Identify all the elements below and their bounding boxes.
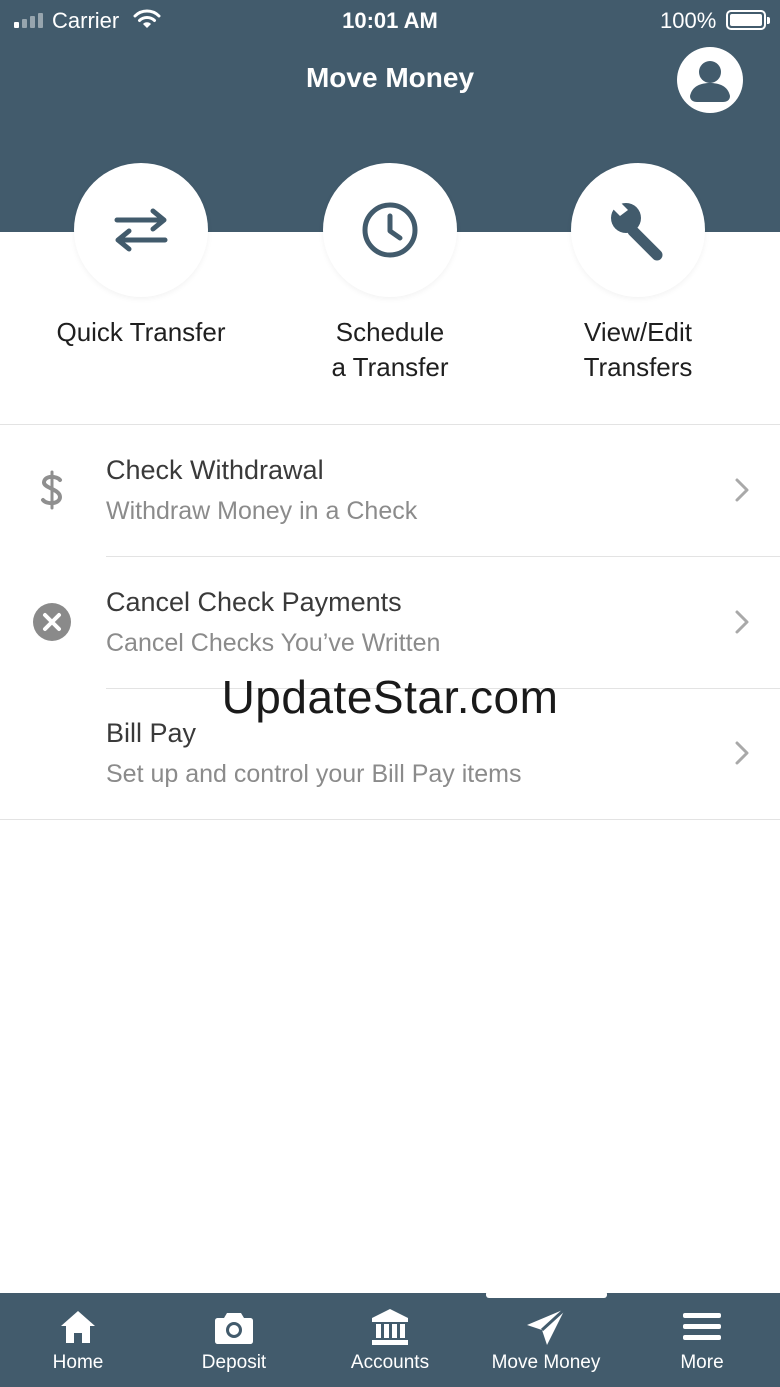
home-icon — [0, 1307, 156, 1347]
menu-item-title: Check Withdrawal — [106, 455, 324, 485]
tab-label: Home — [52, 1352, 104, 1373]
menu-item-subtitle: Cancel Checks You’ve Written — [106, 629, 441, 657]
tab-move-money[interactable]: Move Money — [468, 1293, 624, 1387]
camera-icon — [156, 1307, 312, 1347]
tab-more[interactable]: More — [624, 1293, 780, 1387]
menu-item-subtitle: Withdraw Money in a Check — [106, 497, 418, 525]
schedule-transfer-label: Schedule — [335, 317, 445, 347]
tab-label: Move Money — [491, 1352, 601, 1373]
view-edit-transfers-label: View/Edit — [584, 317, 692, 347]
active-tab-indicator — [486, 1291, 607, 1298]
battery-icon — [726, 10, 770, 30]
battery-percentage: 100% — [660, 8, 717, 33]
quick-transfer-button[interactable]: Quick Transfer — [31, 163, 251, 350]
tab-home[interactable]: Home — [0, 1293, 156, 1387]
cancel-circle-icon — [32, 602, 72, 642]
tab-deposit[interactable]: Deposit — [156, 1293, 312, 1387]
menu-item-title: Cancel Check Payments — [106, 587, 402, 617]
user-circle-icon — [690, 61, 730, 102]
row-divider — [0, 819, 780, 820]
quick-transfer-circle[interactable] — [74, 163, 208, 297]
view-edit-transfers-label-2: Transfers — [583, 352, 693, 382]
menu-item-subtitle: Set up and control your Bill Pay items — [106, 760, 522, 788]
tab-accounts[interactable]: Accounts — [312, 1293, 468, 1387]
tab-label: Accounts — [350, 1352, 430, 1373]
schedule-transfer-label-2: a Transfer — [331, 352, 449, 382]
schedule-transfer-circle[interactable] — [323, 163, 457, 297]
bank-icon — [312, 1307, 468, 1347]
schedule-transfer-button[interactable]: Schedule a Transfer — [280, 163, 500, 385]
view-edit-transfers-circle[interactable] — [571, 163, 705, 297]
tab-label: Deposit — [201, 1352, 267, 1373]
watermark-text: UpdateStar.com — [221, 671, 559, 723]
quick-transfer-label: Quick Transfer — [56, 317, 226, 347]
page-title: Move Money — [305, 62, 475, 93]
profile-button[interactable] — [677, 47, 743, 113]
status-bar: Carrier 10:01 AM 100% — [0, 0, 780, 40]
menu-item-check-withdrawal[interactable]: Check Withdrawal Withdraw Money in a Che… — [0, 425, 780, 557]
chevron-right-icon — [734, 609, 750, 640]
paper-plane-icon — [468, 1307, 624, 1347]
bottom-tab-bar: Home Deposit Accounts Move Money More — [0, 1293, 780, 1387]
wrench-icon — [610, 201, 663, 261]
dollar-icon — [32, 470, 72, 510]
chevron-right-icon — [734, 740, 750, 771]
chevron-right-icon — [734, 477, 750, 508]
transfer-arrows-icon — [114, 208, 168, 252]
hamburger-menu-icon — [624, 1307, 780, 1347]
clock-icon — [362, 202, 418, 258]
tab-label: More — [680, 1352, 724, 1373]
view-edit-transfers-button[interactable]: View/Edit Transfers — [528, 163, 748, 385]
